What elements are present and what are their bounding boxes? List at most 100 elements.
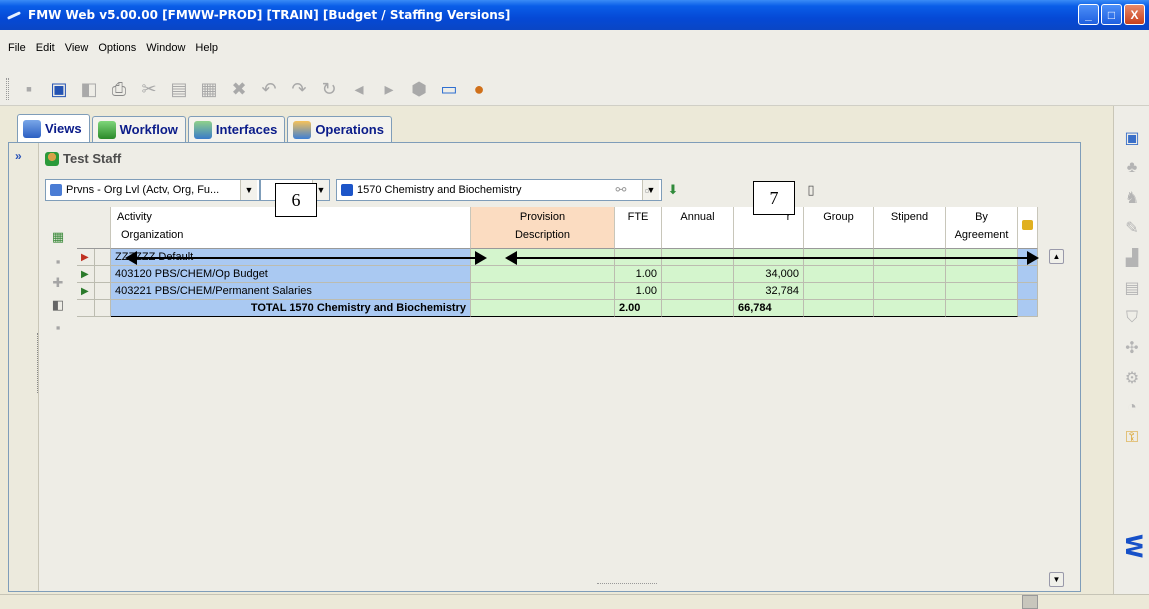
menu-edit[interactable]: Edit xyxy=(31,42,60,58)
note-icon[interactable]: ▫ xyxy=(639,182,655,198)
monitor-icon[interactable]: ▤ xyxy=(1122,278,1142,298)
tab-operations[interactable]: Operations xyxy=(287,116,392,142)
network-icon[interactable]: ✣ xyxy=(1122,338,1142,358)
header-fte[interactable]: FTE xyxy=(615,207,662,249)
left-collapse-strip[interactable]: » xyxy=(9,143,39,591)
row-provision[interactable] xyxy=(471,266,615,283)
toolbar-grip[interactable] xyxy=(6,78,9,100)
org-shield-icon xyxy=(341,184,353,196)
shield-icon[interactable]: ⛉ xyxy=(1122,308,1142,328)
copy-icon[interactable]: ◧ xyxy=(79,79,99,99)
scroll-down-icon[interactable]: ▼ xyxy=(1049,572,1064,587)
insert-row-icon[interactable]: ▪ xyxy=(50,253,66,269)
main-toolbar: ▪ ▣ ◧ ⎙ ✂ ▤ ▦ ✖ ↶ ↷ ↻ ◂ ▸ ⬢ ▭ ● xyxy=(6,76,489,102)
row-salary[interactable]: 32,784 xyxy=(734,283,804,300)
header-provision[interactable]: Provision Description xyxy=(471,207,615,249)
page-icon[interactable]: ▯ xyxy=(803,182,819,198)
row-stipend[interactable] xyxy=(874,283,946,300)
keys-icon[interactable]: ⚿ xyxy=(1122,428,1142,448)
user-icon[interactable]: ● xyxy=(469,79,489,99)
row-fte[interactable]: 1.00 xyxy=(615,266,662,283)
view-select[interactable]: Prvns - Org Lvl (Actv, Org, Fu... ▼ xyxy=(45,179,260,201)
row-salary[interactable]: 34,000 xyxy=(734,266,804,283)
import-icon[interactable]: ⬇ xyxy=(665,182,681,198)
row-expand-icon[interactable]: ▶ xyxy=(77,249,95,266)
row-note-icon[interactable] xyxy=(95,266,111,283)
save-icon[interactable]: ▣ xyxy=(49,79,69,99)
org-select-value: 1570 Chemistry and Biochemistry xyxy=(357,184,522,196)
row-fte[interactable]: 1.00 xyxy=(615,283,662,300)
clipboard-row-icon[interactable]: ▪ xyxy=(50,319,66,335)
header-stipend-label: Stipend xyxy=(890,211,929,223)
row-note-icon[interactable] xyxy=(95,249,111,266)
row-by-agreement[interactable] xyxy=(946,266,1018,283)
row-provision[interactable] xyxy=(471,283,615,300)
tab-interfaces[interactable]: Interfaces xyxy=(187,116,286,142)
title-bar: FMW Web v5.00.00 [FMWW-PROD] [TRAIN] [Bu… xyxy=(0,0,1149,30)
row-expand-icon[interactable]: ▶ xyxy=(77,266,95,283)
row-expand-icon[interactable]: ▶ xyxy=(77,283,95,300)
group-icon[interactable]: ♞ xyxy=(1122,188,1142,208)
header-by-agreement[interactable]: By Agreement xyxy=(946,207,1018,249)
chart-icon[interactable]: ▣ xyxy=(1122,128,1142,148)
row-activity[interactable]: 403120 PBS/CHEM/Op Budget xyxy=(111,266,471,283)
print-icon[interactable]: ⎙ xyxy=(109,79,129,99)
tool-icon[interactable]: ✎ xyxy=(1122,218,1142,238)
new-icon[interactable]: ▪ xyxy=(19,79,39,99)
refresh-icon[interactable]: ↻ xyxy=(319,79,339,99)
row-group[interactable] xyxy=(804,283,874,300)
link-icon[interactable]: ⚯ xyxy=(613,182,629,198)
menu-help[interactable]: Help xyxy=(190,42,223,58)
row-annual[interactable] xyxy=(662,283,734,300)
maximize-button[interactable]: □ xyxy=(1101,4,1122,25)
row-by-agreement[interactable] xyxy=(946,283,1018,300)
tab-views[interactable]: Views xyxy=(17,114,90,142)
settings-icon[interactable]: ⚙ xyxy=(1122,368,1142,388)
vertical-scrollbar[interactable]: ▲ ▼ xyxy=(1049,249,1064,587)
paste-icon[interactable]: ▤ xyxy=(169,79,189,99)
close-button[interactable]: X xyxy=(1124,4,1145,25)
total-annual xyxy=(662,300,734,317)
plus-icon[interactable]: ✚ xyxy=(50,275,66,291)
menu-file[interactable]: File xyxy=(3,42,31,58)
add-row-icon[interactable]: ▦ xyxy=(50,229,66,245)
back-icon[interactable]: ◂ xyxy=(349,79,369,99)
forward-icon[interactable]: ▸ xyxy=(379,79,399,99)
copy-row-icon[interactable]: ◧ xyxy=(50,297,66,313)
row-stipend[interactable] xyxy=(874,266,946,283)
menu-view[interactable]: View xyxy=(60,42,94,58)
tab-workflow[interactable]: Workflow xyxy=(91,116,186,142)
cut-icon[interactable]: ✂ xyxy=(139,79,159,99)
people-icon[interactable]: ♣ xyxy=(1122,158,1142,178)
header-lock[interactable] xyxy=(1018,207,1038,249)
scroll-up-icon[interactable]: ▲ xyxy=(1049,249,1064,264)
redo-icon[interactable]: ↷ xyxy=(289,79,309,99)
row-group[interactable] xyxy=(804,266,874,283)
view-icon xyxy=(50,184,62,196)
header-stipend[interactable]: Stipend xyxy=(874,207,946,249)
horizontal-splitter[interactable] xyxy=(597,583,657,584)
annotation-arrow-activity xyxy=(125,251,487,265)
chevron-down-icon[interactable]: ▼ xyxy=(240,180,257,200)
menu-options[interactable]: Options xyxy=(93,42,141,58)
row-activity[interactable]: 403221 PBS/CHEM/Permanent Salaries xyxy=(111,283,471,300)
row-annual[interactable] xyxy=(662,266,734,283)
magnifier-icon xyxy=(23,119,41,138)
header-annual-label: Annual xyxy=(680,211,715,223)
header-annual[interactable]: Annual xyxy=(662,207,734,249)
row-note-icon[interactable] xyxy=(95,283,111,300)
delete-icon[interactable]: ✖ xyxy=(229,79,249,99)
total-fte: 2.00 xyxy=(615,300,662,317)
window-icon[interactable]: ▭ xyxy=(439,79,459,99)
lock-icon[interactable]: ⬢ xyxy=(409,79,429,99)
minimize-button[interactable]: _ xyxy=(1078,4,1099,25)
status-icon[interactable] xyxy=(1022,595,1038,609)
lock-icon xyxy=(1022,220,1033,230)
clipboard-icon[interactable]: ▦ xyxy=(199,79,219,99)
header-group[interactable]: Group xyxy=(804,207,874,249)
expand-chevron-icon[interactable]: » xyxy=(15,149,22,163)
menu-window[interactable]: Window xyxy=(141,42,190,58)
timer-icon[interactable]: ◔ xyxy=(1122,398,1142,418)
undo-icon[interactable]: ↶ xyxy=(259,79,279,99)
bars-icon[interactable]: ▟ xyxy=(1122,248,1142,268)
